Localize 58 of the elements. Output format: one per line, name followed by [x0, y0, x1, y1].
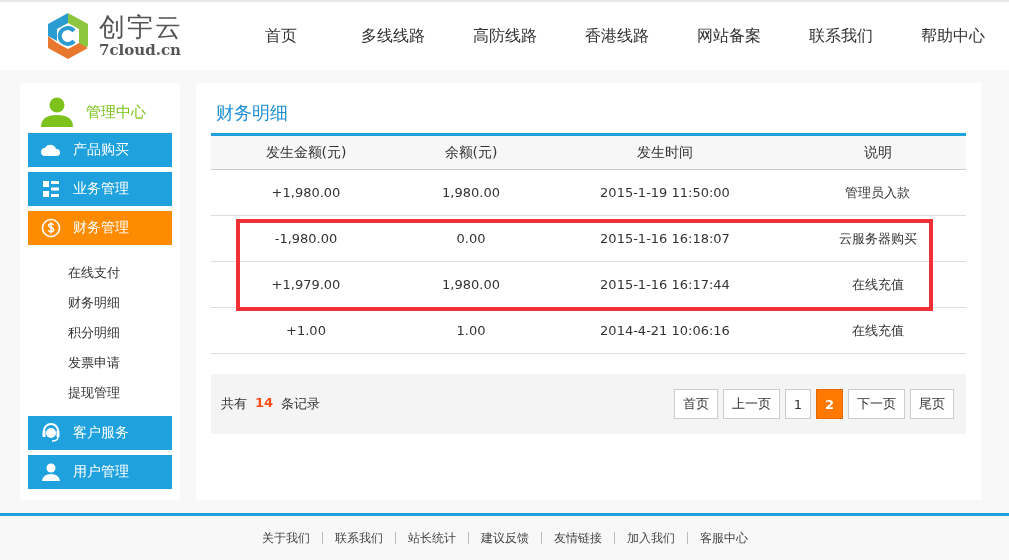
user-icon	[41, 463, 60, 481]
table-cell-text: 2014-4-21 10:06:16	[599, 322, 731, 340]
logo-name: 创宇云	[99, 14, 183, 40]
logo-domain: 7cloud.cn	[99, 43, 182, 58]
footer-link[interactable]: 联系我们	[321, 532, 395, 544]
page-button[interactable]: 首页	[673, 389, 718, 419]
table-cell-text: 1,980.00	[441, 184, 501, 202]
table-cell-text: 2015-1-16 16:17:44	[599, 276, 731, 294]
table-cell-text: +1,979.00	[270, 276, 342, 294]
table-cell-text: 0.00	[455, 230, 487, 248]
table-cell-text: 云服务器购买	[837, 229, 918, 248]
footer-link[interactable]: 客服中心	[686, 532, 760, 544]
table-cell-text: 管理员入款	[844, 183, 911, 202]
footer-link[interactable]: 建议反馈	[467, 532, 541, 544]
submenu-item[interactable]: 在线支付	[68, 258, 120, 288]
column-header: 发生时间	[636, 142, 694, 162]
nav-link[interactable]: 多线线路	[337, 25, 449, 47]
table-cell-text: +1,980.00	[270, 184, 342, 202]
table-cell-text: -1,980.00	[273, 230, 339, 248]
record-count-label: 共有	[221, 395, 247, 413]
page-title: 财务明细	[215, 101, 289, 125]
column-header: 余额(元)	[443, 142, 499, 162]
submenu-item[interactable]: 财务明细	[68, 288, 120, 318]
nav-link[interactable]: 首页	[225, 25, 337, 47]
record-count: 14	[255, 395, 274, 412]
list-icon	[42, 181, 59, 197]
table-cell-text: 2015-1-16 16:18:07	[599, 230, 731, 248]
table-cell-text: +1.00	[285, 322, 327, 340]
page-button[interactable]: 1	[784, 389, 811, 419]
dollar-icon	[40, 218, 61, 238]
nav-link[interactable]: 网站备案	[673, 25, 785, 47]
table-cell-text: 2015-1-19 11:50:00	[599, 184, 731, 202]
logo-icon	[45, 11, 91, 61]
column-header: 发生金额(元)	[264, 142, 348, 162]
footer-link[interactable]: 加入我们	[613, 532, 687, 544]
page-button[interactable]: 上一页	[722, 389, 780, 419]
table-cell-text: 1,980.00	[441, 276, 501, 294]
table-cell-text: 1.00	[455, 322, 487, 340]
record-count-label: 条记录	[281, 395, 321, 413]
nav-link[interactable]: 联系我们	[785, 25, 897, 47]
footer-link[interactable]: 站长统计	[394, 532, 468, 544]
nav-link[interactable]: 帮助中心	[897, 25, 1009, 47]
table-cell-text: 在线充值	[850, 275, 905, 294]
submenu-item[interactable]: 发票申请	[68, 348, 120, 378]
column-header: 说明	[862, 142, 893, 162]
user-icon	[40, 97, 74, 127]
sidebar-title: 管理中心	[86, 102, 146, 122]
table-cell-text: 在线充值	[850, 321, 905, 340]
footer-link[interactable]: 关于我们	[249, 532, 322, 544]
footer-link[interactable]: 友情链接	[540, 532, 614, 544]
page-button[interactable]: 下一页	[848, 389, 905, 419]
cloud-icon	[40, 144, 61, 156]
nav-link[interactable]: 高防线路	[449, 25, 561, 47]
headset-icon	[41, 423, 60, 443]
nav-link[interactable]: 香港线路	[561, 25, 673, 47]
submenu-item[interactable]: 积分明细	[68, 318, 120, 348]
page-button[interactable]: 尾页	[910, 389, 954, 419]
submenu-item[interactable]: 提现管理	[68, 378, 120, 408]
